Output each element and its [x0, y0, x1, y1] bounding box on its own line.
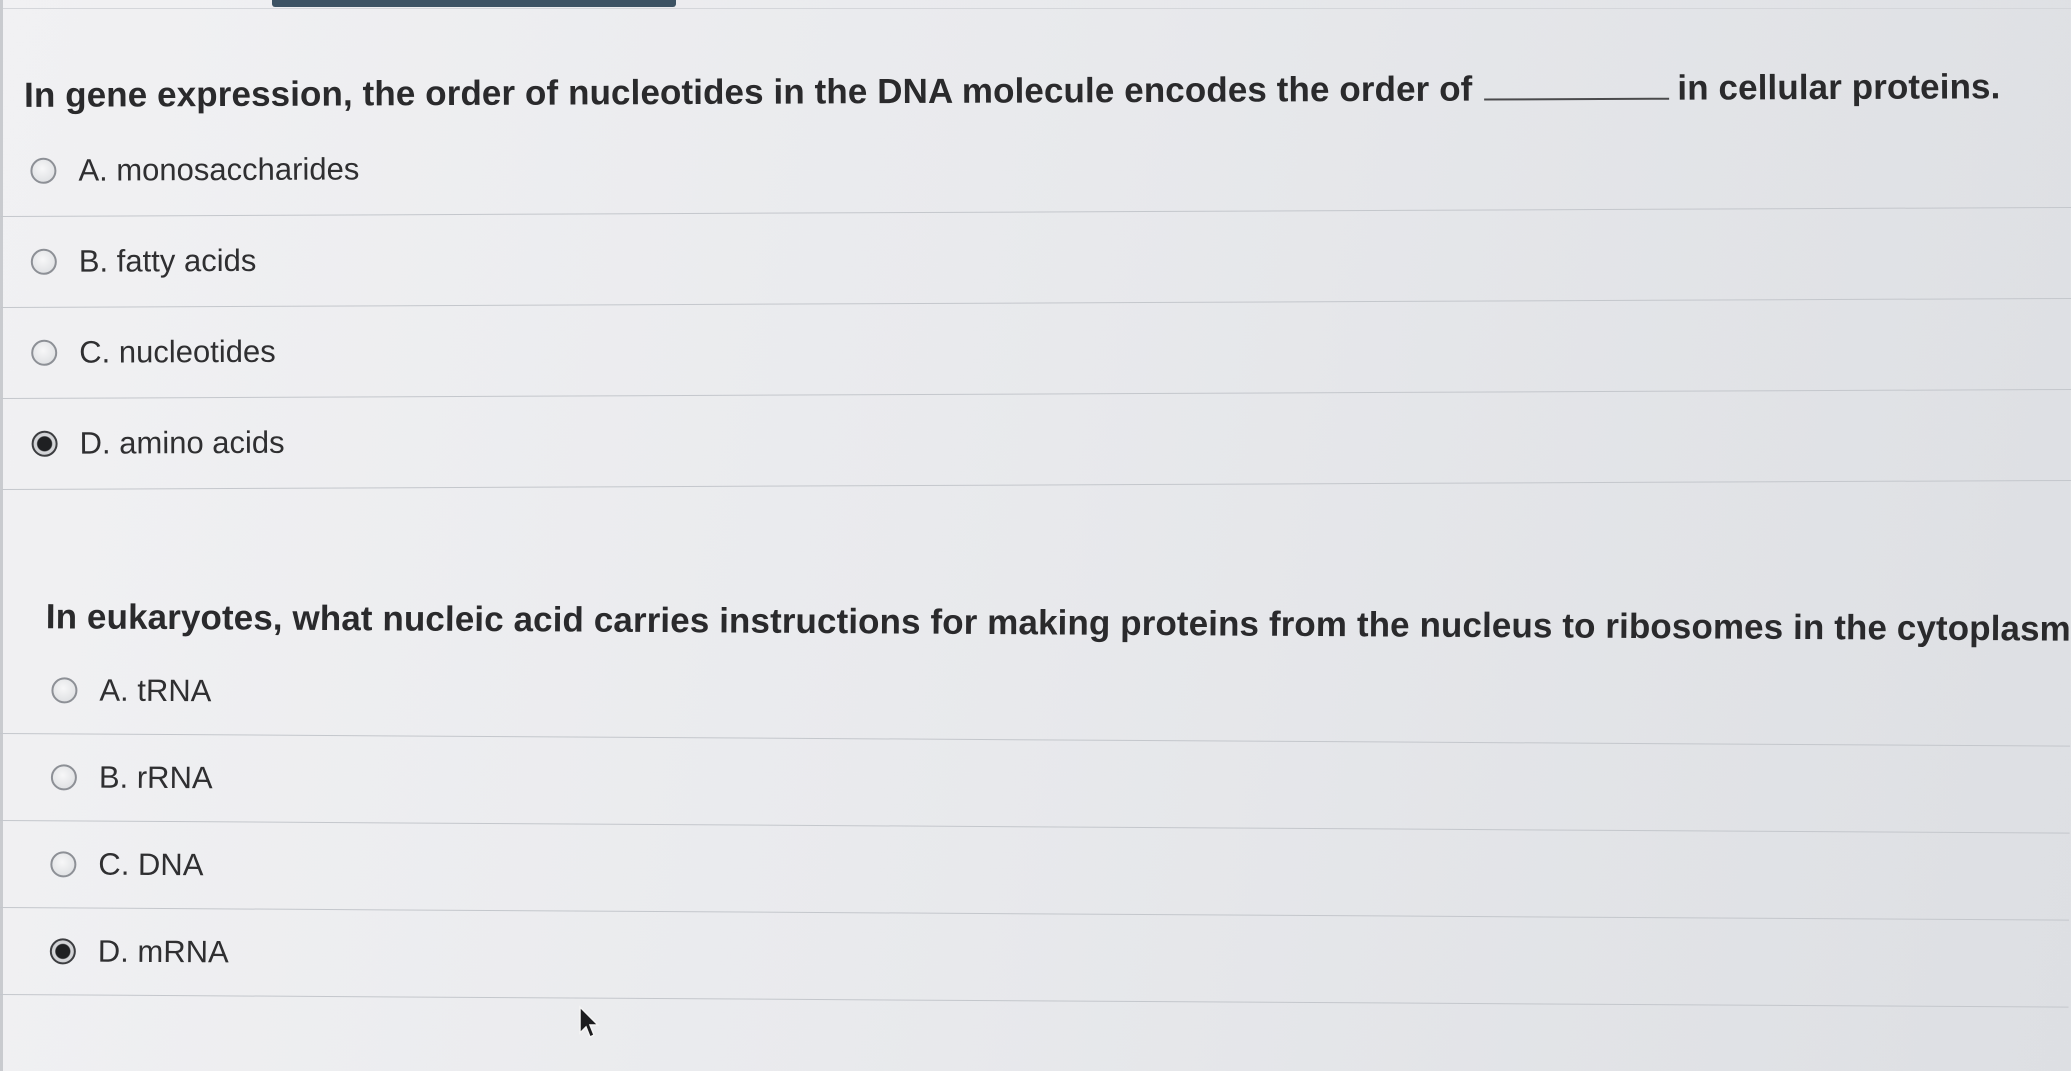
fill-in-blank [1484, 96, 1670, 101]
option-label: B. fatty acids [78, 242, 257, 279]
question-2: In eukaryotes, what nucleic acid carries… [0, 597, 2071, 1008]
option-c[interactable]: C. nucleotides [1, 298, 2071, 399]
top-border [0, 8, 2071, 9]
radio-button-icon[interactable] [50, 764, 77, 791]
option-b[interactable]: B. fatty acids [0, 207, 2071, 308]
question-2-options: A. tRNA B. rRNA C. DNA D. mRNA [0, 646, 2071, 1008]
option-label: B. rRNA [98, 759, 213, 796]
option-a[interactable]: A. tRNA [0, 646, 2071, 747]
question-1-prompt: In gene expression, the order of nucleot… [0, 67, 2071, 116]
radio-button-icon[interactable] [51, 677, 78, 704]
question-2-prompt: In eukaryotes, what nucleic acid carries… [45, 597, 2071, 649]
option-d[interactable]: D. mRNA [0, 907, 2070, 1008]
radio-button-icon[interactable] [30, 248, 57, 275]
top-tab-bar [272, 0, 676, 7]
option-label: C. DNA [98, 846, 204, 883]
option-label: D. mRNA [97, 933, 229, 970]
option-label: C. nucleotides [79, 333, 276, 370]
radio-button-selected-icon[interactable] [49, 938, 76, 965]
radio-button-selected-icon[interactable] [31, 430, 58, 457]
option-label: A. tRNA [99, 672, 212, 709]
question-1-prompt-end: in cellular proteins. [1677, 67, 2001, 108]
question-1: In gene expression, the order of nucleot… [0, 67, 2071, 490]
option-label: A. monosaccharides [78, 151, 360, 188]
option-label: D. amino acids [79, 424, 285, 461]
mouse-pointer-icon [579, 1005, 600, 1039]
question-1-prompt-start: In gene expression, the order of nucleot… [23, 69, 1473, 115]
radio-button-icon[interactable] [31, 339, 58, 366]
option-d[interactable]: D. amino acids [1, 389, 2071, 490]
radio-button-icon[interactable] [30, 157, 57, 184]
radio-button-icon[interactable] [50, 851, 77, 878]
question-1-options: A. monosaccharides B. fatty acids C. nuc… [0, 116, 2071, 490]
option-c[interactable]: C. DNA [0, 820, 2070, 921]
option-a[interactable]: A. monosaccharides [0, 116, 2071, 217]
option-b[interactable]: B. rRNA [0, 733, 2071, 834]
